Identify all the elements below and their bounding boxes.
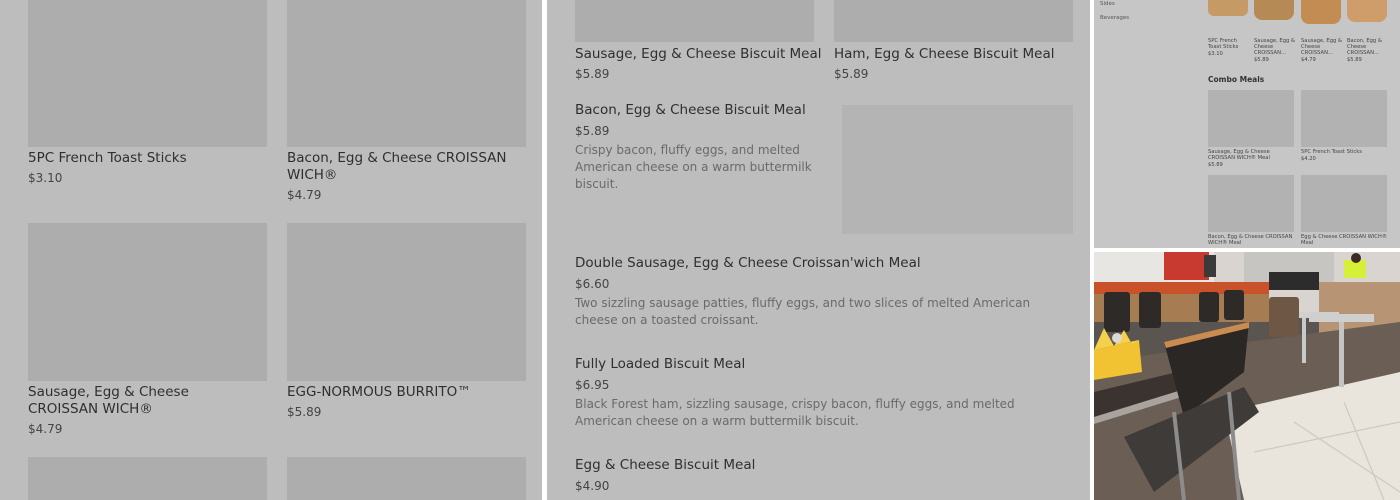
sidebar-item-sides[interactable]: Sides	[1100, 1, 1115, 7]
item-image[interactable]	[1208, 90, 1294, 147]
item-price: $5.89	[1254, 57, 1269, 63]
item-image-french-toast[interactable]	[28, 0, 267, 147]
item-name[interactable]: 5PC French Toast Sticks	[28, 150, 267, 167]
item-price: $4.79	[28, 422, 63, 436]
item-description: Black Forest ham, sizzling sausage, cris…	[575, 397, 1015, 428]
item-image-bacon-biscuit-meal[interactable]	[842, 105, 1073, 234]
food-thumbnail[interactable]	[1254, 0, 1294, 20]
item-image-sausage-croissanwich[interactable]	[28, 223, 267, 381]
item-image[interactable]	[1208, 175, 1294, 232]
item-image[interactable]	[834, 0, 1073, 42]
item-price: $4.79	[1301, 57, 1316, 63]
item-price: $5.89	[575, 67, 610, 81]
item-name[interactable]: EGG-NORMOUS BURRITO™	[287, 384, 526, 401]
item-image[interactable]	[1301, 175, 1387, 232]
item-image[interactable]	[287, 457, 526, 500]
item-name[interactable]: Bacon, Egg & Cheese CROISSAN...	[1347, 38, 1389, 57]
menu-overview-thumbnail: Sides Beverages 5PC French Toast Sticks …	[1094, 0, 1400, 248]
restaurant-scene	[1094, 252, 1400, 500]
item-name[interactable]: 5PC French Toast Sticks	[1208, 38, 1250, 50]
item-name[interactable]: Sausage, Egg & Cheese CROISSAN WICH®	[28, 384, 258, 418]
item-price: $4.79	[287, 188, 322, 202]
item-name[interactable]: Egg & Cheese CROISSAN WICH® Meal	[1301, 234, 1387, 246]
menu-list-panel: Sausage, Egg & Cheese Biscuit Meal $5.89…	[547, 0, 1090, 500]
item-price: $3.10	[1208, 51, 1223, 57]
item-name[interactable]: Bacon, Egg & Cheese Biscuit Meal	[575, 102, 806, 119]
item-name[interactable]: Double Sausage, Egg & Cheese Croissan'wi…	[575, 255, 921, 272]
food-thumbnail[interactable]	[1347, 0, 1387, 22]
item-price: $6.60	[575, 277, 610, 291]
item-price: $5.89	[287, 405, 322, 419]
item-price: $6.95	[575, 378, 610, 392]
item-description: Two sizzling sausage patties, fluffy egg…	[575, 296, 1031, 327]
item-image-bacon-croissanwich[interactable]	[287, 0, 526, 147]
item-name[interactable]: Fully Loaded Biscuit Meal	[575, 356, 745, 373]
item-price: $3.10	[28, 171, 63, 185]
restaurant-interior-photo	[1094, 252, 1400, 500]
item-name[interactable]: Sausage, Egg & Cheese Biscuit Meal	[575, 46, 822, 63]
item-price: $4.20	[1301, 156, 1316, 162]
item-price: $5.89	[1347, 57, 1362, 63]
item-price: $5.89	[834, 67, 869, 81]
section-title: Combo Meals	[1208, 75, 1265, 84]
item-price: $5.89	[1208, 162, 1223, 168]
item-name[interactable]: Sausage, Egg & Cheese CROISSAN...	[1301, 38, 1343, 57]
sidebar-item-beverages[interactable]: Beverages	[1100, 15, 1129, 21]
menu-grid-panel: 5PC French Toast Sticks $3.10 Bacon, Egg…	[0, 0, 542, 500]
item-image-egg-normous-burrito[interactable]	[287, 223, 526, 381]
item-name[interactable]: Ham, Egg & Cheese Biscuit Meal	[834, 46, 1055, 63]
item-name[interactable]: Egg & Cheese Biscuit Meal	[575, 457, 755, 474]
item-price: $4.90	[575, 479, 610, 493]
item-image[interactable]	[575, 0, 814, 42]
item-name[interactable]: Bacon, Egg & Cheese CROISSAN WICH®	[287, 150, 517, 184]
food-thumbnail[interactable]	[1301, 0, 1341, 24]
food-thumbnail[interactable]	[1208, 0, 1248, 16]
item-name[interactable]: 5PC French Toast Sticks	[1301, 149, 1387, 155]
item-image[interactable]	[1301, 90, 1387, 147]
item-name[interactable]: Sausage, Egg & Cheese CROISSAN WICH® Mea…	[1208, 149, 1294, 161]
item-image[interactable]	[28, 457, 267, 500]
item-name[interactable]: Sausage, Egg & Cheese CROISSAN...	[1254, 38, 1296, 57]
item-name[interactable]: Bacon, Egg & Cheese CROISSAN WICH® Meal	[1208, 234, 1294, 246]
item-price: $5.89	[575, 124, 610, 138]
item-description: Crispy bacon, fluffy eggs, and melted Am…	[575, 143, 812, 191]
